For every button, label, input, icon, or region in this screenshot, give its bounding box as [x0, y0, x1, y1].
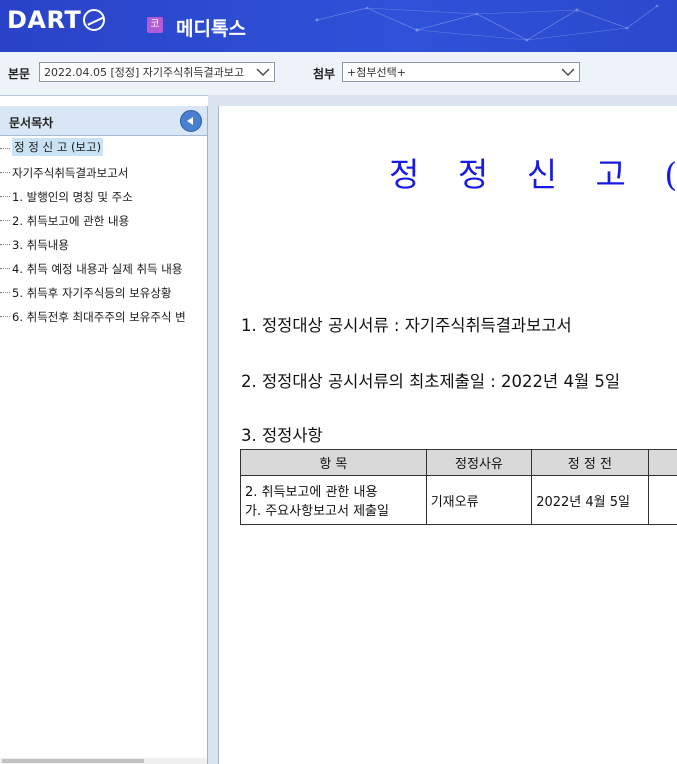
table-cell-reason: 기재오류 — [425, 475, 533, 525]
toc-sidebar: 문서목차 정 정 신 고 (보고) 자기주식취득결과보고서 1. 발행인의 명칭… — [0, 106, 208, 764]
correction-target-line: 1. 정정대상 공시서류 : 자기주식취득결과보고서 — [241, 316, 572, 335]
main-doc-label: 본문 — [8, 67, 31, 81]
corp-type-badge: 코 — [147, 17, 163, 33]
table-cell-before: 2022년 4월 5일 — [531, 475, 649, 525]
dart-logo[interactable]: DART — [7, 6, 106, 34]
attachment-select[interactable]: +첨부선택+ — [342, 62, 580, 82]
table-header — [647, 449, 677, 476]
toc-item[interactable]: 5. 취득후 자기주식등의 보유상황 — [0, 281, 207, 305]
chevron-down-icon — [256, 68, 270, 76]
header-pattern — [315, 4, 659, 42]
attachment-select-value: +첨부선택+ — [347, 66, 406, 79]
attachment-label: 첨부 — [313, 67, 336, 81]
document-viewer: 정 정 신 고 (보고 1. 정정대상 공시서류 : 자기주식취득결과보고서 2… — [218, 106, 677, 764]
toc-item[interactable]: 정 정 신 고 (보고) — [0, 137, 207, 161]
chevron-down-icon — [561, 68, 575, 76]
correction-table: 항 목 정정사유 정 정 전 2. 취득보고에 관한 내용 가. 주요사항보고서… — [240, 449, 677, 525]
toc-item[interactable]: 2. 취득보고에 관한 내용 — [0, 209, 207, 233]
table-header: 정정사유 — [425, 449, 533, 476]
company-name: 메디톡스 — [176, 18, 246, 40]
initial-submission-line: 2. 정정대상 공시서류의 최초제출일 : 2022년 4월 5일 — [241, 372, 621, 391]
toc-item[interactable]: 3. 취득내용 — [0, 233, 207, 257]
toc-item[interactable]: 4. 취득 예정 내용과 실제 취득 내용 — [0, 257, 207, 281]
document-title: 정 정 신 고 (보고 — [389, 155, 677, 194]
scrollbar-thumb[interactable] — [2, 759, 144, 763]
logo-globe-icon — [83, 9, 106, 31]
toc-header: 문서목차 — [0, 106, 207, 136]
main-doc-select-value: 2022.04.05 [정정] 자기주식취득결과보고 — [44, 66, 244, 79]
table-header-row: 항 목 정정사유 정 정 전 — [240, 449, 677, 476]
table-cell-after — [647, 475, 677, 525]
toc-item[interactable]: 1. 발행인의 명칭 및 주소 — [0, 185, 207, 209]
toc-list: 정 정 신 고 (보고) 자기주식취득결과보고서 1. 발행인의 명칭 및 주소… — [0, 137, 207, 329]
table-header: 정 정 전 — [531, 449, 649, 476]
toc-title: 문서목차 — [9, 116, 54, 130]
table-row: 2. 취득보고에 관한 내용 가. 주요사항보고서 제출일 기재오류 2022년… — [240, 475, 677, 525]
toc-item[interactable]: 자기주식취득결과보고서 — [0, 161, 207, 185]
collapse-sidebar-icon[interactable] — [180, 110, 202, 132]
table-cell-item: 2. 취득보고에 관한 내용 가. 주요사항보고서 제출일 — [240, 475, 427, 525]
correction-items-heading: 3. 정정사항 — [241, 426, 323, 445]
top-header: DART 코 메디톡스 — [0, 0, 677, 52]
document-toolbar: 본문 2022.04.05 [정정] 자기주식취득결과보고 첨부 +첨부선택+ — [0, 52, 677, 96]
sidebar-h-scrollbar[interactable] — [0, 758, 207, 764]
toc-item[interactable]: 6. 취득전후 최대주주의 보유주식 변 — [0, 305, 207, 329]
main-doc-select[interactable]: 2022.04.05 [정정] 자기주식취득결과보고 — [39, 62, 275, 82]
table-header: 항 목 — [240, 449, 427, 476]
